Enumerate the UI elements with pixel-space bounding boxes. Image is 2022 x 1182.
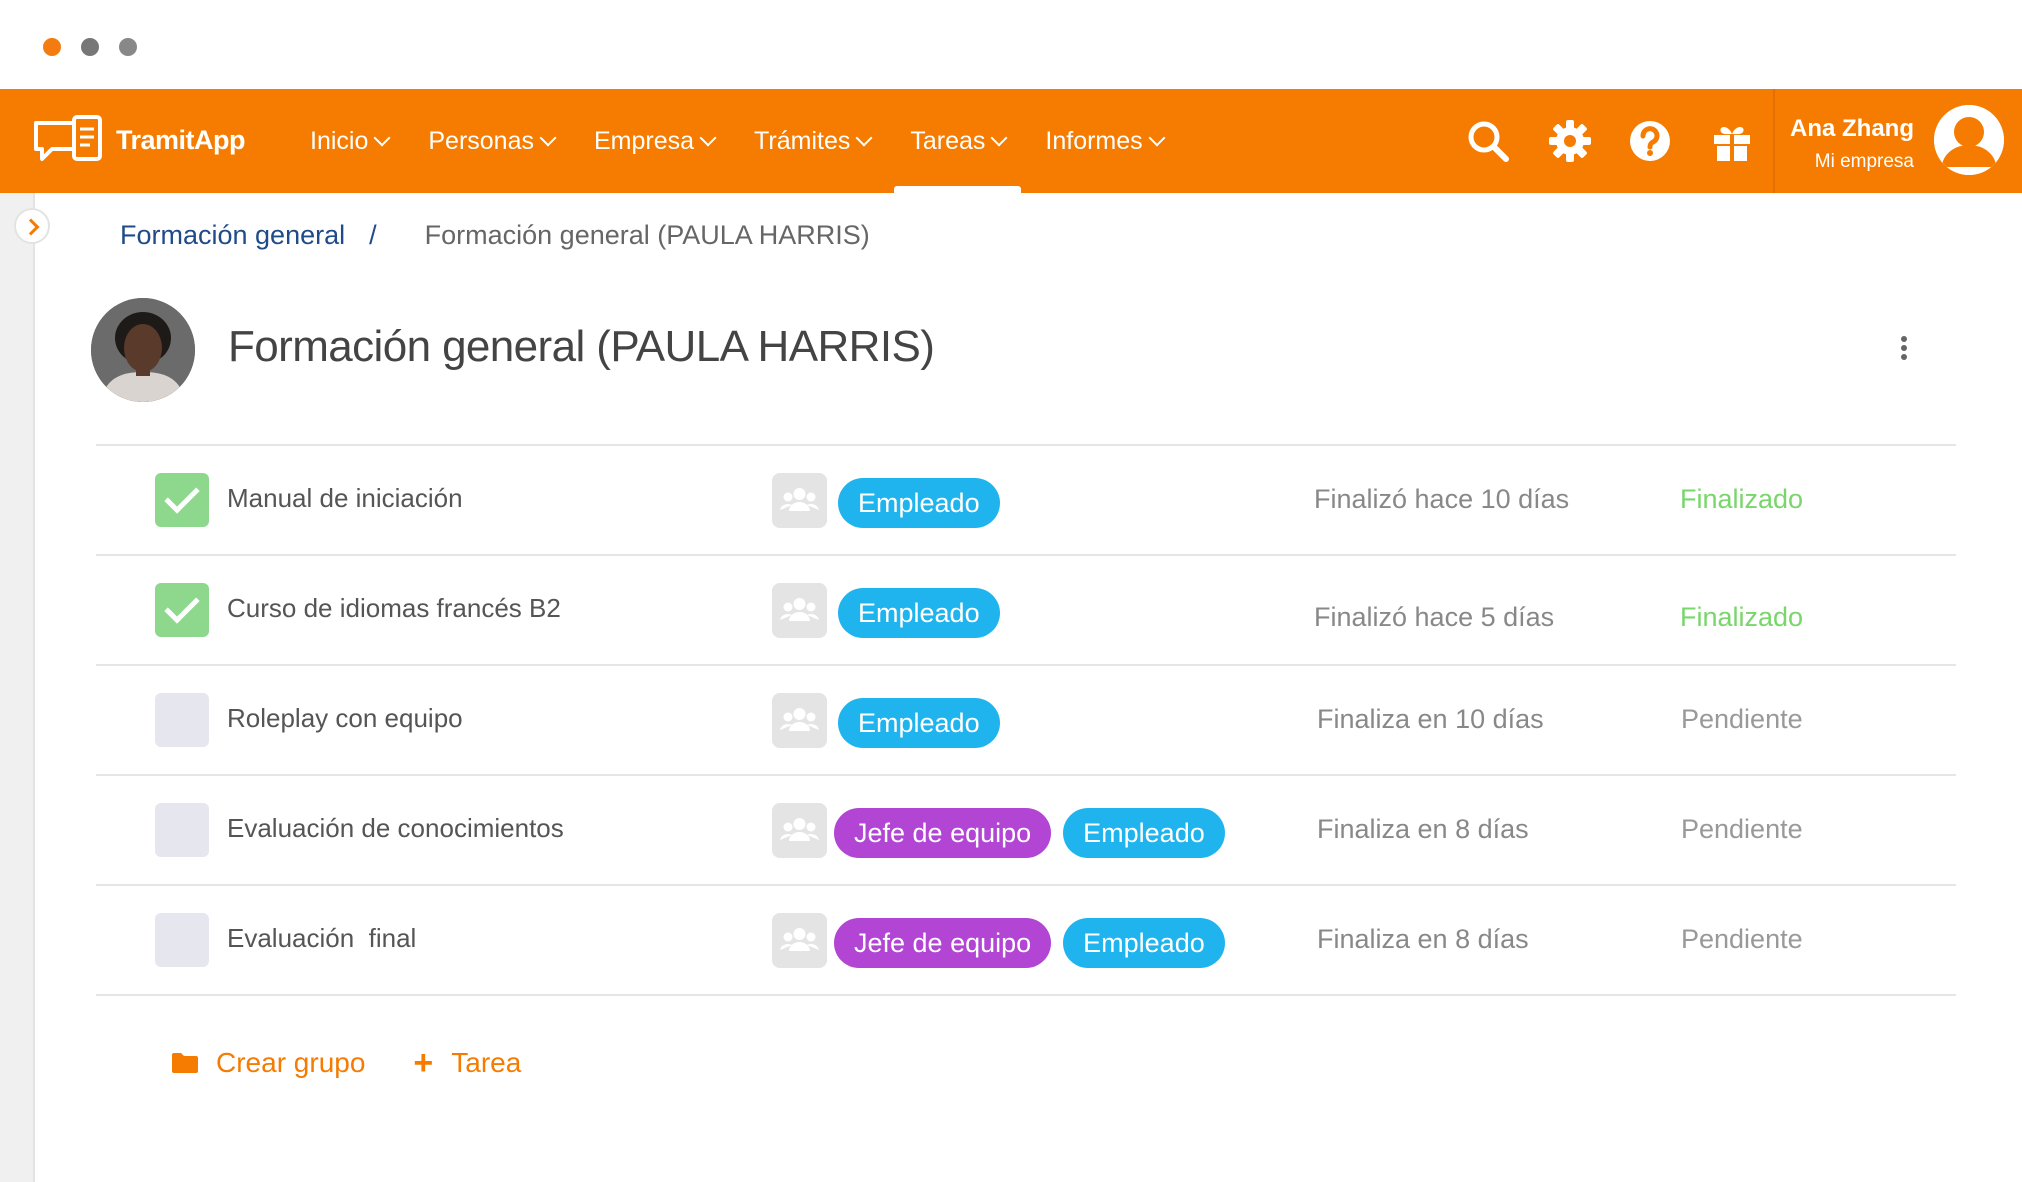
- breadcrumb-separator: /: [369, 220, 377, 250]
- chevron-down-icon: [373, 129, 391, 147]
- task-row[interactable]: Evaluación final Jefe de equipo Empleado…: [96, 884, 1956, 996]
- task-checkbox[interactable]: [155, 913, 209, 967]
- task-status: Finalizado: [1680, 484, 1804, 514]
- task-row[interactable]: Evaluación de conocimientos Jefe de equi…: [96, 774, 1956, 884]
- task-status: Pendiente: [1681, 704, 1803, 734]
- role-tags: Empleado: [838, 698, 1000, 748]
- task-status: Finalizado: [1680, 602, 1804, 632]
- role-tag-team-lead[interactable]: Jefe de equipo: [834, 918, 1052, 968]
- task-name[interactable]: Curso de idiomas francés B2: [227, 593, 561, 624]
- main-menu: Inicio Personas Empresa Trámites Tareas …: [290, 89, 1183, 193]
- task-due: Finalizó hace 10 días: [1314, 484, 1570, 514]
- task-row[interactable]: Curso de idiomas francés B2 Empleado Fin…: [96, 554, 1956, 664]
- gift-icon[interactable]: [1710, 119, 1754, 163]
- role-tags: Empleado: [838, 588, 1000, 638]
- nav-item-personas[interactable]: Personas: [408, 89, 574, 193]
- task-checkbox[interactable]: [155, 693, 209, 747]
- chevron-down-icon: [539, 129, 557, 147]
- chevron-down-icon: [1148, 129, 1166, 147]
- nav-label: Personas: [428, 126, 534, 155]
- role-tag-employee[interactable]: Empleado: [838, 588, 1000, 638]
- logo-brand: Tramit: [116, 125, 195, 155]
- user-separator: [1773, 89, 1775, 193]
- group-icon[interactable]: [772, 913, 827, 968]
- role-tags: Jefe de equipo Empleado: [834, 918, 1225, 968]
- nav-item-inicio[interactable]: Inicio: [290, 89, 408, 193]
- role-tag-employee[interactable]: Empleado: [838, 698, 1000, 748]
- breadcrumb-parent-link[interactable]: Formación general: [120, 220, 345, 251]
- nav-label: Trámites: [754, 126, 851, 155]
- breadcrumb: Formación general / Formación general (P…: [120, 220, 870, 251]
- user-silhouette-icon: [1934, 105, 2004, 175]
- task-due: Finaliza en 10 días: [1317, 704, 1544, 734]
- group-icon[interactable]: [772, 473, 827, 528]
- task-checkbox[interactable]: [155, 803, 209, 857]
- group-icon[interactable]: [772, 693, 827, 748]
- top-navbar: TramitApp Inicio Personas Empresa Trámit…: [0, 89, 2022, 193]
- more-options-icon[interactable]: [1896, 336, 1912, 366]
- nav-item-informes[interactable]: Informes: [1025, 89, 1182, 193]
- role-tag-employee[interactable]: Empleado: [1063, 808, 1225, 858]
- task-status: Pendiente: [1681, 814, 1803, 844]
- folder-icon: [172, 1053, 198, 1073]
- speech-bubble-logo-icon: [34, 115, 102, 161]
- app-logo[interactable]: TramitApp: [32, 111, 247, 175]
- task-row[interactable]: Roleplay con equipo Empleado Finaliza en…: [96, 664, 1956, 774]
- nav-label: Informes: [1045, 126, 1143, 155]
- help-icon[interactable]: [1628, 119, 1672, 163]
- user-company[interactable]: Mi empresa: [1815, 151, 1914, 173]
- left-sidebar-rail: [0, 193, 35, 1182]
- nav-item-tramites[interactable]: Trámites: [734, 89, 890, 193]
- nav-item-tareas[interactable]: Tareas: [890, 89, 1025, 193]
- window-chrome: [0, 0, 2022, 89]
- nav-label: Inicio: [310, 126, 369, 155]
- group-icon[interactable]: [772, 583, 827, 638]
- task-name[interactable]: Roleplay con equipo: [227, 703, 463, 734]
- logo-text: TramitApp: [116, 125, 246, 156]
- add-task-button[interactable]: + Tarea: [413, 1046, 521, 1080]
- logo-suffix: App: [194, 125, 246, 155]
- person-photo-icon: [91, 298, 195, 402]
- add-task-label: Tarea: [451, 1047, 522, 1078]
- role-tags: Jefe de equipo Empleado: [834, 808, 1225, 858]
- chevron-down-icon: [699, 129, 717, 147]
- window-maximize-dot[interactable]: [119, 38, 137, 56]
- task-row[interactable]: Manual de iniciación Empleado Finalizó h…: [96, 444, 1956, 554]
- group-icon[interactable]: [772, 803, 827, 858]
- role-tag-employee[interactable]: Empleado: [1063, 918, 1225, 968]
- task-checkbox-checked[interactable]: [155, 583, 209, 637]
- task-due: Finaliza en 8 días: [1317, 924, 1529, 954]
- role-tags: Empleado: [838, 478, 1000, 528]
- breadcrumb-current: Formación general (PAULA HARRIS): [424, 220, 870, 250]
- role-tag-employee[interactable]: Empleado: [838, 478, 1000, 528]
- task-status: Pendiente: [1681, 924, 1803, 954]
- person-avatar: [91, 298, 195, 402]
- nav-label: Empresa: [594, 126, 695, 155]
- chevron-down-icon: [990, 129, 1008, 147]
- gear-icon[interactable]: [1548, 119, 1592, 163]
- task-list: Manual de iniciación Empleado Finalizó h…: [96, 444, 1956, 996]
- search-icon[interactable]: [1466, 119, 1510, 163]
- page-title: Formación general (PAULA HARRIS): [228, 322, 935, 371]
- task-due: Finaliza en 8 días: [1317, 814, 1529, 844]
- plus-icon: +: [413, 1044, 434, 1082]
- nav-item-empresa[interactable]: Empresa: [574, 89, 734, 193]
- task-due: Finalizó hace 5 días: [1314, 602, 1555, 632]
- task-name[interactable]: Evaluación final: [227, 923, 416, 954]
- user-avatar[interactable]: [1934, 105, 2004, 175]
- role-tag-team-lead[interactable]: Jefe de equipo: [834, 808, 1052, 858]
- window-minimize-dot[interactable]: [81, 38, 99, 56]
- user-name[interactable]: Ana Zhang: [1790, 115, 1914, 143]
- nav-label: Tareas: [910, 126, 986, 155]
- list-actions: Crear grupo + Tarea: [172, 1046, 521, 1080]
- window-close-dot[interactable]: [43, 38, 61, 56]
- task-checkbox-checked[interactable]: [155, 473, 209, 527]
- task-name[interactable]: Manual de iniciación: [227, 483, 463, 514]
- create-group-button[interactable]: Crear grupo: [172, 1047, 365, 1079]
- sidebar-expand-button[interactable]: [14, 208, 50, 244]
- chevron-right-icon: [22, 218, 40, 236]
- chevron-down-icon: [855, 129, 873, 147]
- task-name[interactable]: Evaluación de conocimientos: [227, 813, 564, 844]
- create-group-label: Crear grupo: [216, 1047, 366, 1078]
